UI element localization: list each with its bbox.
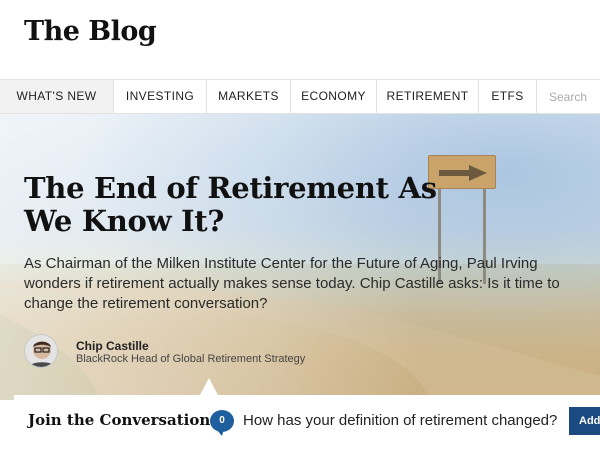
avatar[interactable] (24, 334, 58, 368)
conversation-question[interactable]: How has your definition of retirement ch… (243, 412, 557, 429)
conversation-notch (200, 378, 218, 395)
nav-item-markets[interactable]: MARKETS (207, 80, 291, 113)
article-title[interactable]: The End of Retirement As We Know It? (24, 172, 494, 238)
conversation-bar: Join the Conversation 0 How has your def… (14, 395, 600, 450)
nav-item-etfs[interactable]: ETFS (479, 80, 537, 113)
nav-search (537, 80, 600, 113)
join-conversation-label: Join the Conversation (28, 411, 211, 429)
search-input[interactable] (549, 87, 600, 107)
main-nav: WHAT'S NEW INVESTING MARKETS ECONOMY RET… (0, 79, 600, 114)
nav-item-retirement[interactable]: RETIREMENT (377, 80, 479, 113)
speech-bubble-tail-icon (216, 429, 224, 436)
article-deck: As Chairman of the Milken Institute Cent… (24, 255, 560, 312)
add-comment-button[interactable]: Add (569, 407, 600, 435)
author-name[interactable]: Chip Castille (76, 339, 149, 353)
nav-item-whats-new[interactable]: WHAT'S NEW (0, 80, 114, 113)
author-role: BlackRock Head of Global Retirement Stra… (76, 353, 306, 365)
nav-item-investing[interactable]: INVESTING (114, 80, 207, 113)
site-header: The Blog (0, 0, 600, 79)
site-title[interactable]: The Blog (24, 16, 157, 47)
nav-item-economy[interactable]: ECONOMY (291, 80, 377, 113)
